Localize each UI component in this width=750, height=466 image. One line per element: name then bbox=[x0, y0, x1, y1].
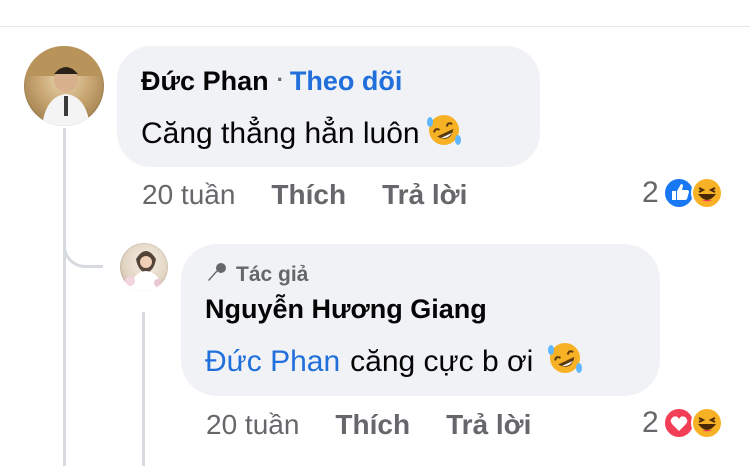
comment-timestamp[interactable]: 20 tuần bbox=[142, 179, 235, 211]
author-badge-label: Tác giả bbox=[236, 263, 309, 286]
separator-dot: · bbox=[276, 67, 284, 92]
follow-link[interactable]: Theo dõi bbox=[290, 66, 402, 96]
reaction-summary[interactable]: 2 bbox=[642, 176, 724, 210]
thread-connector bbox=[63, 228, 103, 268]
mention-link[interactable]: Đức Phan bbox=[205, 345, 340, 379]
reply-avatar[interactable] bbox=[120, 243, 168, 291]
reply-text: Đức Phan căng cực b ơi bbox=[205, 340, 585, 384]
reply-button[interactable]: Trả lời bbox=[382, 179, 467, 211]
reply-actions: 20 tuần Thích Trả lời bbox=[206, 409, 567, 441]
avatar[interactable] bbox=[24, 46, 104, 126]
rolling-on-floor-laughing-emoji bbox=[545, 340, 585, 384]
comment-bubble: Đức Phan · Theo dõi Căng thẳng hẳn luôn bbox=[117, 46, 540, 167]
comment-header: Đức Phan · Theo dõi bbox=[141, 66, 402, 97]
comment-actions: 20 tuần Thích Trả lời bbox=[142, 179, 503, 211]
haha-reaction-icon bbox=[690, 176, 724, 210]
reply-bubble: Tác giả Nguyễn Hương Giang Đức Phan căng… bbox=[181, 244, 660, 396]
author-badge: Tác giả bbox=[205, 260, 308, 290]
haha-reaction-icon bbox=[690, 406, 724, 440]
reply-body: căng cực b ơi bbox=[350, 345, 534, 378]
comment-text: Căng thẳng hẳn luôn bbox=[141, 112, 464, 156]
reply-button[interactable]: Trả lời bbox=[446, 409, 531, 441]
rolling-on-floor-laughing-emoji bbox=[424, 112, 464, 156]
reply-thread-line bbox=[142, 312, 145, 466]
microphone-icon bbox=[205, 260, 236, 290]
thread-line bbox=[63, 128, 66, 466]
reaction-summary[interactable]: 2 bbox=[642, 406, 724, 440]
reply-author-name[interactable]: Nguyễn Hương Giang bbox=[205, 294, 487, 325]
like-button[interactable]: Thích bbox=[335, 409, 410, 441]
like-button[interactable]: Thích bbox=[271, 179, 346, 211]
top-divider bbox=[0, 26, 750, 27]
comment-author-name[interactable]: Đức Phan bbox=[141, 66, 269, 96]
reaction-count: 2 bbox=[642, 176, 659, 209]
reply-timestamp[interactable]: 20 tuần bbox=[206, 409, 299, 441]
reaction-count: 2 bbox=[642, 406, 659, 439]
comment-body: Căng thẳng hẳn luôn bbox=[141, 117, 420, 150]
